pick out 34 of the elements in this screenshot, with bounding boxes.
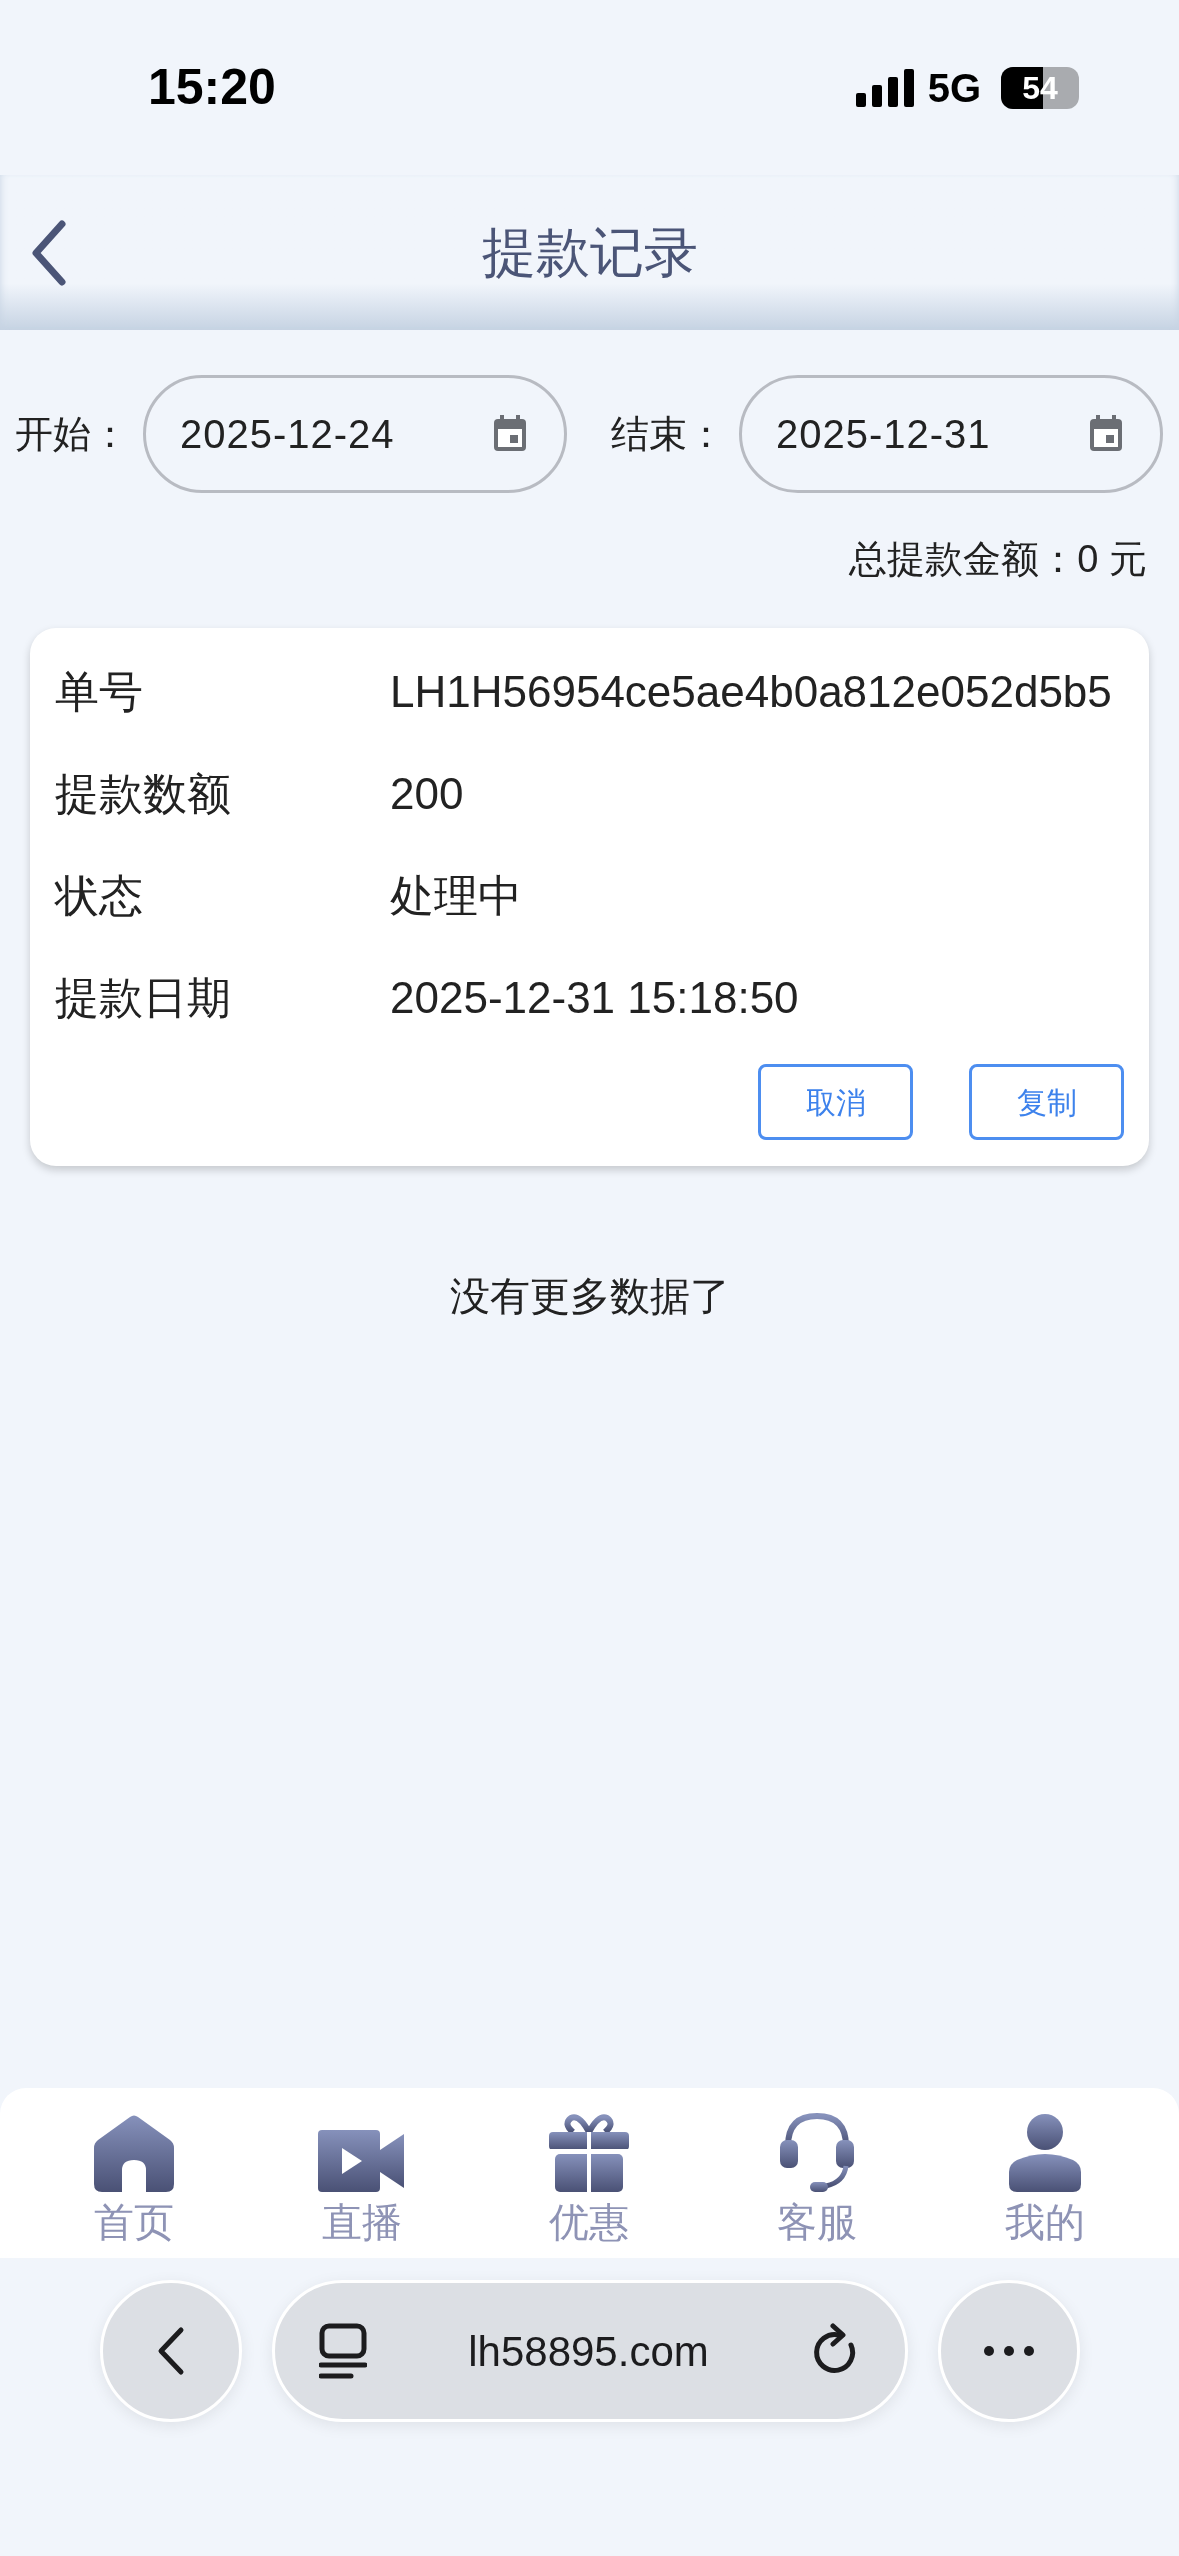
field-value: 200 [390, 768, 465, 820]
signal-icon [855, 68, 914, 107]
tab-item[interactable]: 直播 [281, 2098, 442, 2248]
gift-icon [549, 2114, 630, 2192]
video-camera-icon [317, 2130, 406, 2192]
start-date-field[interactable]: 2025-12-24 [143, 375, 567, 493]
headset-icon [780, 2112, 855, 2192]
field-value: LH1H56954ce5ae4b0a812e052d5b5 [390, 666, 1113, 718]
network-label: 5G [927, 64, 981, 112]
tab-item[interactable]: 我的 [965, 2098, 1126, 2248]
status-time: 15:20 [148, 58, 276, 117]
start-label: 开始： [15, 411, 129, 457]
cancel-button[interactable]: 取消 [758, 1064, 913, 1140]
no-more-data-text: 没有更多数据了 [449, 1273, 730, 1320]
total-amount: 总提款金额：0 元 [849, 537, 1147, 582]
field-value: 2025-12-31 15:18:50 [390, 972, 800, 1024]
user-icon [1007, 2114, 1084, 2192]
field-label: 提款日期 [55, 972, 232, 1024]
field-label: 提款数额 [55, 768, 232, 820]
copy-button[interactable]: 复制 [969, 1064, 1124, 1140]
reader-icon [318, 2323, 367, 2379]
end-date-field[interactable]: 2025-12-31 [739, 375, 1163, 493]
tab-item[interactable]: 优惠 [509, 2098, 670, 2248]
home-icon [93, 2114, 174, 2192]
url-text: lh58895.com [468, 2326, 709, 2377]
tab-item[interactable]: 首页 [53, 2098, 214, 2248]
end-label: 结束： [611, 411, 725, 457]
field-value: 处理中 [390, 870, 523, 922]
address-bar[interactable]: lh58895.com [271, 2280, 908, 2422]
field-label: 单号 [55, 666, 144, 718]
page-title: 提款记录 [481, 221, 698, 284]
tab-item[interactable]: 客服 [737, 2098, 898, 2248]
field-label: 状态 [55, 870, 144, 922]
more-icon [982, 2345, 1035, 2357]
